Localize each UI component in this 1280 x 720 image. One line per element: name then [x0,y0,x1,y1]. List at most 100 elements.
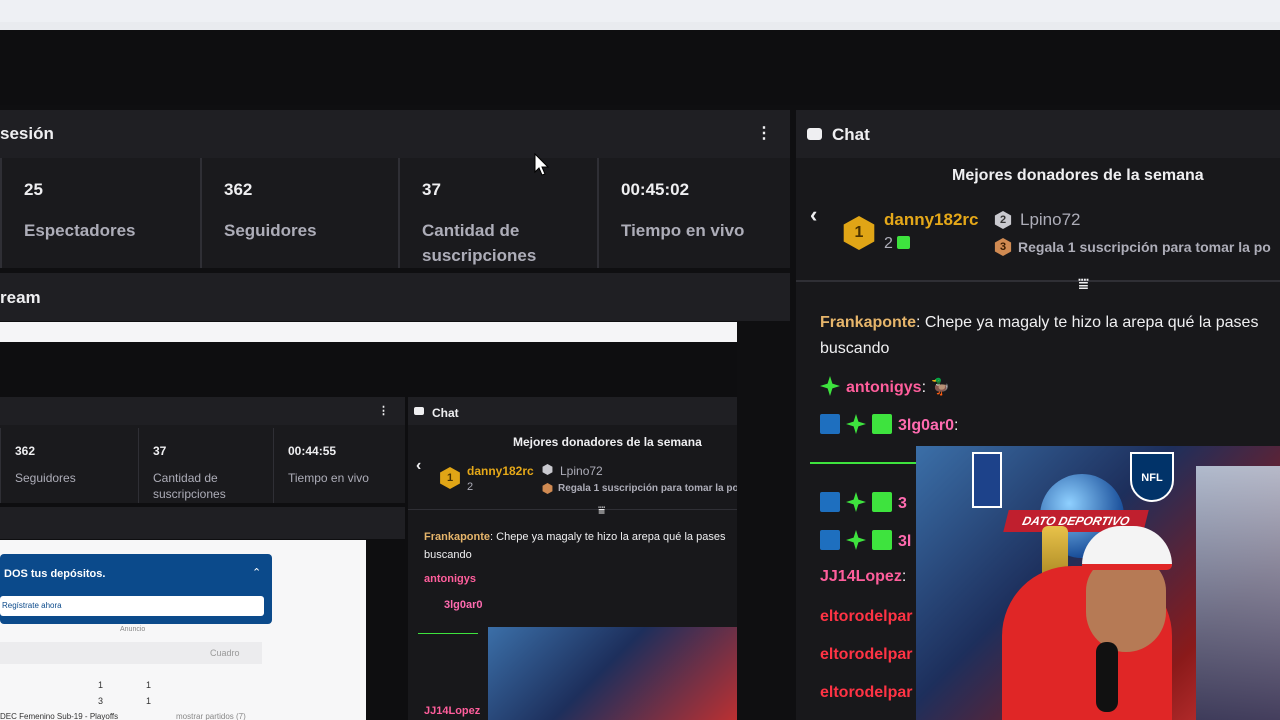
preview-divider [408,509,737,510]
nfl-logo: NFL [1130,452,1174,502]
sparkle-badge-icon [846,530,866,550]
chat-username[interactable]: 3l [898,533,911,550]
score: 1 [98,680,104,690]
chat-text: : Chepe ya magaly te hizo la arepa qué l… [490,531,726,543]
browser-bar [0,22,1280,30]
chat-username[interactable]: eltorodelpar [820,608,912,625]
preview-message: antonigys [424,573,476,585]
score: 1 [146,696,152,706]
sparkle-badge-icon [820,376,840,396]
stream-panel [0,273,790,321]
chat-message: JJ14Lopez: [820,568,906,586]
chat-username[interactable]: JJ14Lopez [820,568,902,585]
rank-3-badge [542,483,553,494]
chat-username[interactable]: antonigys [846,379,922,396]
webcam-background-poster [1196,466,1280,720]
preview-green-line [418,633,478,634]
stream-title: ream [0,288,41,307]
chat-text: : [901,568,907,585]
gift-icon [897,236,911,249]
stat-value: 362 [224,180,253,199]
stat-value: 25 [24,180,43,199]
preview-donor-1-count: 2 [467,481,474,493]
third-donor-text: Regala 1 suscripción para tomar la po [1018,239,1271,255]
hammer-badge-icon [820,414,840,434]
rank-1-badge: 1 [843,216,875,250]
pin-icon[interactable]: ⩸ [1078,274,1089,295]
chat-username: 3lg0ar0 [444,599,483,611]
preview-stat-label-2: suscripciones [153,487,226,501]
rank-2-badge [542,464,553,475]
second-donor-name[interactable]: Lpino72 [1020,210,1081,230]
chat-text: : [954,417,959,434]
ad-label: Anuncio [120,626,146,633]
gift-badge-icon [872,414,892,434]
stat-label: Espectadores [24,221,136,240]
chat-username[interactable]: Frankaponte [820,314,916,331]
chevron-left-icon[interactable]: ‹ [810,202,817,228]
stream-preview: ⋮ 362 Seguidores 37 Cantidad de suscripc… [0,322,737,720]
browser-top-strip [0,0,1280,22]
stat-label: Seguidores [224,221,317,240]
chat-username[interactable]: eltorodelpar [820,646,912,663]
chat-message: eltorodelpar [820,608,912,626]
preview-browser-bar [0,322,737,342]
rank-1-badge: 1 [440,467,460,489]
bracket-label: Cuadro [210,648,240,658]
chat-username[interactable]: 3lg0ar0 [898,417,954,434]
hammer-badge-icon [820,492,840,512]
stat-value: 00:45:02 [621,180,690,199]
chat-username: antonigys [424,573,476,585]
more-options-icon[interactable]: ⋮ [756,125,772,143]
register-button: Regístrate ahora [0,596,264,616]
match-footer: DEC Femenino Sub-19 - Playoffs [0,712,119,720]
chat-username[interactable]: 3 [898,495,907,512]
chat-text: Chepe ya magaly te hizo la arepa qué la … [924,314,1259,331]
preview-stat: 362 Seguidores [0,428,138,503]
deposit-title: DOS tus depósitos. [4,568,106,580]
preview-stat-value: 00:44:55 [288,444,337,458]
preview-stat-value: 37 [153,444,167,458]
chat-message: 3lg0ar0: [820,414,959,435]
gift-badge-icon [872,492,892,512]
chat-username[interactable]: eltorodelpar [820,684,912,701]
stat-viewers: 25 Espectadores [0,158,202,268]
hammer-badge-icon [820,530,840,550]
rank-3-badge: 3 [994,238,1012,256]
stat-value: 37 [422,180,441,199]
stat-followers: 362 Seguidores [200,158,400,268]
chat-message-cont: buscando [820,340,890,357]
match-footer-link: mostrar partidos (7) [176,712,246,720]
preview-chat-title: Chat [432,406,459,420]
preview-webcam [488,627,737,720]
chat-username: Frankaponte [424,531,491,543]
chat-message: antonigys: 🦆 [820,376,950,397]
deposit-banner: DOS tus depósitos. ⌃ Regístrate ahora [0,554,272,624]
top-donors-title: Mejores donadores de la semana [952,167,1204,184]
preview-more-icon: ⋮ [378,405,389,417]
gift-badge-icon [872,530,892,550]
microphone [1096,642,1118,712]
preview-stat-label: Seguidores [15,471,76,485]
dashboard-header [0,30,1280,105]
preview-stat-label: Tiempo en vivo [288,471,369,485]
sparkle-badge-icon [846,492,866,512]
sparkle-badge-icon [846,414,866,434]
mouse-cursor-icon [534,153,550,176]
webcam-overlay: NFL DATO DEPORTIVO [916,446,1280,720]
preview-stat-value: 362 [15,444,36,458]
stat-label: Tiempo en vivo [621,221,745,240]
nba-logo [972,452,1002,508]
preview-chat: Chat Mejores donadores de la semana ‹ 1 … [408,397,737,720]
top-donor-name[interactable]: danny182rc [884,210,979,230]
new-messages-line [810,462,920,464]
streamer-face [1086,556,1166,652]
preview-website: DOS tus depósitos. ⌃ Regístrate ahora An… [0,540,366,720]
preview-donors-title: Mejores donadores de la semana [513,435,702,449]
stat-label: Cantidad de suscripciones [422,221,537,265]
chat-message: eltorodelpar [820,684,912,702]
chat-title: Chat [832,125,870,144]
preview-message: JJ14Lopez [424,705,480,717]
stat-live-time: 00:45:02 Tiempo en vivo [597,158,790,268]
gift-count: 2 [884,235,893,252]
